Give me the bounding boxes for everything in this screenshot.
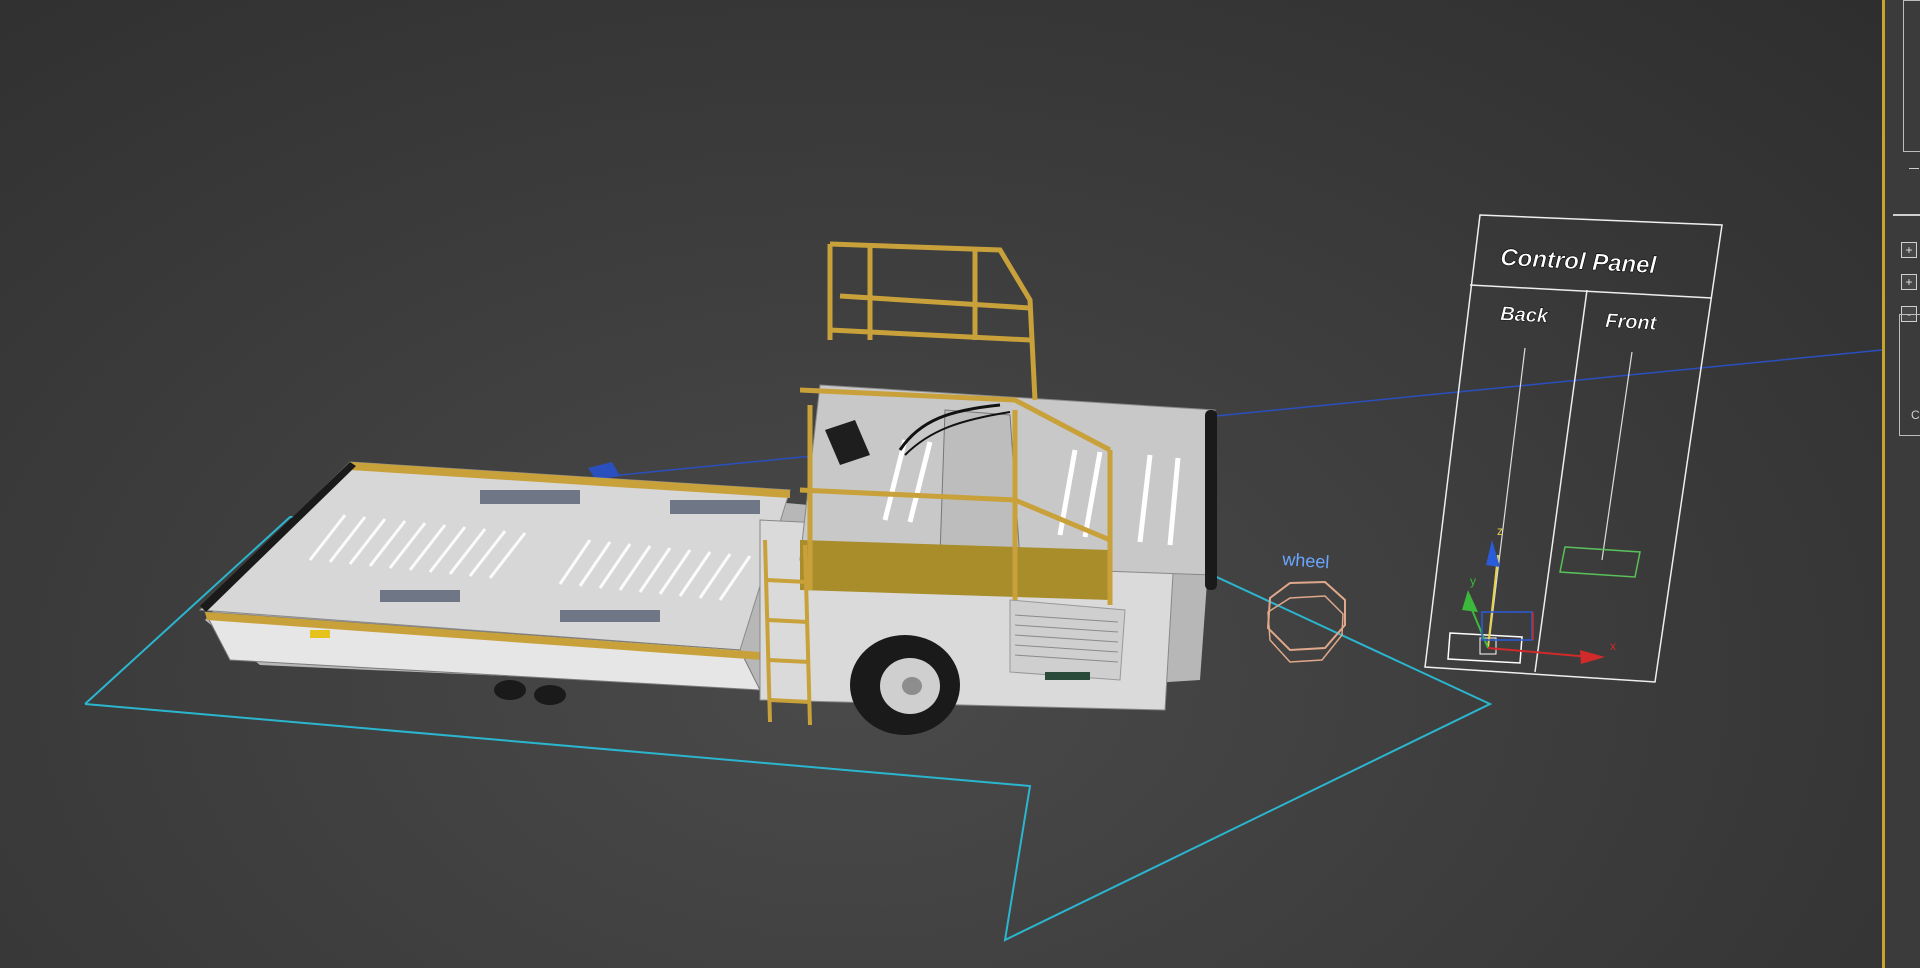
add-button-2[interactable]: + (1901, 274, 1917, 290)
command-panel: + + - C (1885, 0, 1920, 968)
front-slider-handle (1559, 546, 1641, 578)
panel-divider (1893, 214, 1920, 216)
axis-z-label: z (1497, 524, 1503, 538)
axis-x-label: x (1610, 639, 1616, 653)
control-panel: Control Panel Back Front z y x (1424, 214, 1723, 683)
front-slider-track (1601, 351, 1633, 561)
loader-vehicle (198, 241, 1217, 735)
3d-viewport[interactable]: wheel Control Panel Back Front z y x (0, 0, 1882, 968)
front-label: Front (1605, 310, 1659, 335)
wheel-label: wheel (1281, 549, 1330, 572)
panel-small-text: C (1911, 408, 1920, 422)
add-button-1[interactable]: + (1901, 242, 1917, 258)
panel-crosshair-icon (1909, 168, 1919, 169)
panel-preview-box (1903, 0, 1920, 152)
back-slider-track (1489, 347, 1526, 636)
back-label: Back (1500, 303, 1550, 328)
axis-y-label: y (1470, 574, 1476, 588)
wheel-helper: wheel (1266, 549, 1346, 663)
control-panel-title: Control Panel (1500, 244, 1659, 279)
